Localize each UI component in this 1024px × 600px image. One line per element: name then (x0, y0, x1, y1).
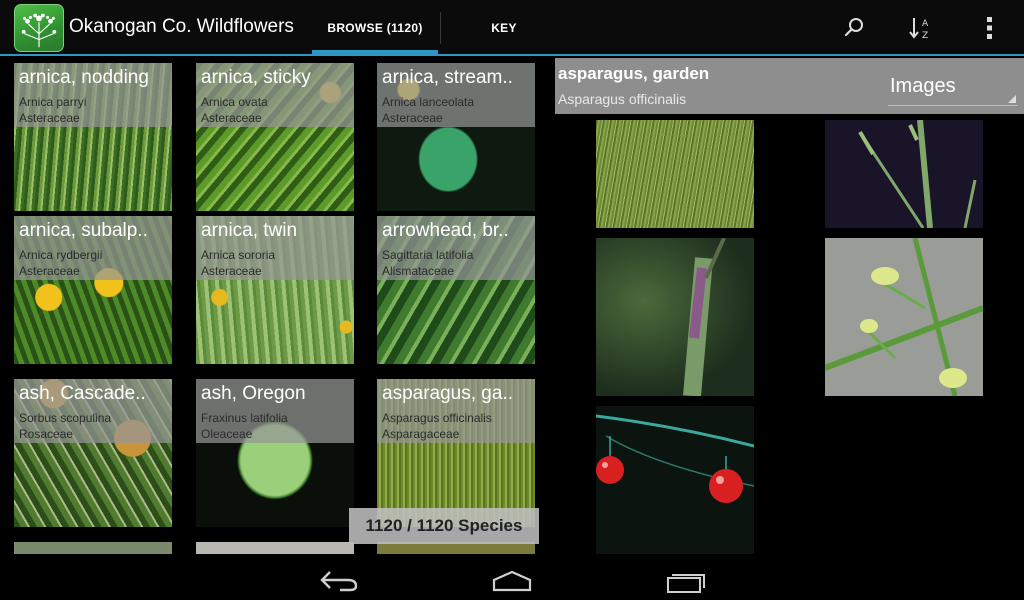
detail-common-name: asparagus, garden (558, 64, 710, 83)
species-tile[interactable]: ash, Oregon Fraxinus latifolia Oleaceae (196, 379, 354, 527)
species-tile[interactable]: arnica, subalp.. Arnica rydbergii Astera… (14, 216, 172, 364)
detail-image[interactable] (825, 120, 983, 228)
species-scientific-name: Sorbus scopulina (19, 411, 112, 425)
species-tile[interactable]: arnica, nodding Arnica parryi Asteraceae (14, 63, 172, 211)
svg-text:A: A (922, 19, 929, 29)
species-scientific-name: Arnica ovata (201, 95, 268, 109)
detail-image[interactable] (596, 238, 754, 396)
dropdown-arrow-icon (1008, 95, 1016, 103)
species-family: Asteraceae (19, 111, 80, 125)
species-tile[interactable]: asparagus, ga.. Asparagus officinalis As… (377, 379, 535, 527)
species-family: Asparagaceae (382, 427, 460, 441)
species-common-name: arnica, subalp.. (19, 220, 148, 241)
tab-browse[interactable]: BROWSE (1120) (312, 0, 438, 56)
species-common-name: arnica, stream.. (382, 67, 513, 88)
species-scientific-name: Sagittaria latifolia (382, 248, 474, 262)
species-scientific-name: Asparagus officinalis (382, 411, 492, 425)
species-tile[interactable]: arnica, twin Arnica sororia Asteraceae (196, 216, 354, 364)
species-scientific-name: Arnica parryi (19, 95, 87, 109)
detail-image[interactable] (596, 406, 754, 554)
sort-az-icon[interactable]: A Z (907, 14, 935, 42)
wildflower-app-icon[interactable] (14, 4, 64, 52)
app-title: Okanogan Co. Wildflowers (69, 16, 294, 37)
species-family: Asteraceae (382, 111, 443, 125)
species-scientific-name: Fraxinus latifolia (201, 411, 288, 425)
species-grid: arnica, nodding Arnica parryi Asteraceae… (0, 58, 550, 558)
asparagus-berries-graphic (596, 414, 754, 503)
detail-image[interactable] (596, 120, 754, 228)
species-family: Oleaceae (201, 427, 253, 441)
detail-image[interactable] (825, 238, 983, 396)
species-common-name: arrowhead, br.. (382, 220, 509, 241)
species-tile[interactable]: arrowhead, br.. Sagittaria latifolia Ali… (377, 216, 535, 364)
species-family: Asteraceae (19, 264, 80, 278)
search-icon[interactable] (840, 14, 868, 42)
species-family: Asteraceae (201, 264, 262, 278)
home-icon[interactable] (490, 568, 534, 594)
system-nav-bar (0, 560, 1024, 600)
species-scientific-name: Arnica rydbergii (19, 248, 103, 262)
species-common-name: arnica, twin (201, 220, 298, 241)
view-mode-dropdown[interactable]: Images (888, 72, 1018, 106)
species-scientific-name: Arnica lanceolata (382, 95, 475, 109)
species-common-name: arnica, sticky (201, 67, 311, 88)
species-count-badge: 1120 / 1120 Species (349, 508, 539, 544)
species-scientific-name: Arnica sororia (201, 248, 276, 262)
detail-header: asparagus, garden Asparagus officinalis … (555, 58, 1024, 114)
action-bar: Okanogan Co. Wildflowers BROWSE (1120) K… (0, 0, 1024, 56)
back-icon[interactable] (318, 568, 362, 594)
svg-text:Z: Z (922, 31, 928, 41)
species-common-name: ash, Oregon (201, 383, 306, 404)
overflow-menu-icon[interactable] (976, 14, 1004, 42)
species-family: Asteraceae (201, 111, 262, 125)
species-tile[interactable]: arnica, sticky Arnica ovata Asteraceae (196, 63, 354, 211)
tab-divider (440, 12, 441, 44)
species-common-name: asparagus, ga.. (382, 383, 513, 404)
species-common-name: ash, Cascade.. (19, 383, 146, 404)
species-tile[interactable]: ash, Cascade.. Sorbus scopulina Rosaceae (14, 379, 172, 527)
species-tile-partial[interactable] (196, 542, 354, 554)
species-family: Rosaceae (19, 427, 74, 441)
species-common-name: arnica, nodding (19, 67, 149, 88)
asparagus-flower-graphic (825, 238, 983, 396)
species-tile[interactable]: arnica, stream.. Arnica lanceolata Aster… (377, 63, 535, 211)
species-tile-partial[interactable] (14, 542, 172, 554)
tab-key[interactable]: KEY (470, 0, 538, 56)
species-family: Alismataceae (382, 264, 455, 278)
detail-scientific-name: Asparagus officinalis (558, 91, 687, 107)
view-mode-label: Images (890, 75, 956, 97)
recents-icon[interactable] (664, 568, 708, 594)
asparagus-spear-graphic (683, 238, 726, 396)
asparagus-sprig-graphic (858, 120, 977, 228)
